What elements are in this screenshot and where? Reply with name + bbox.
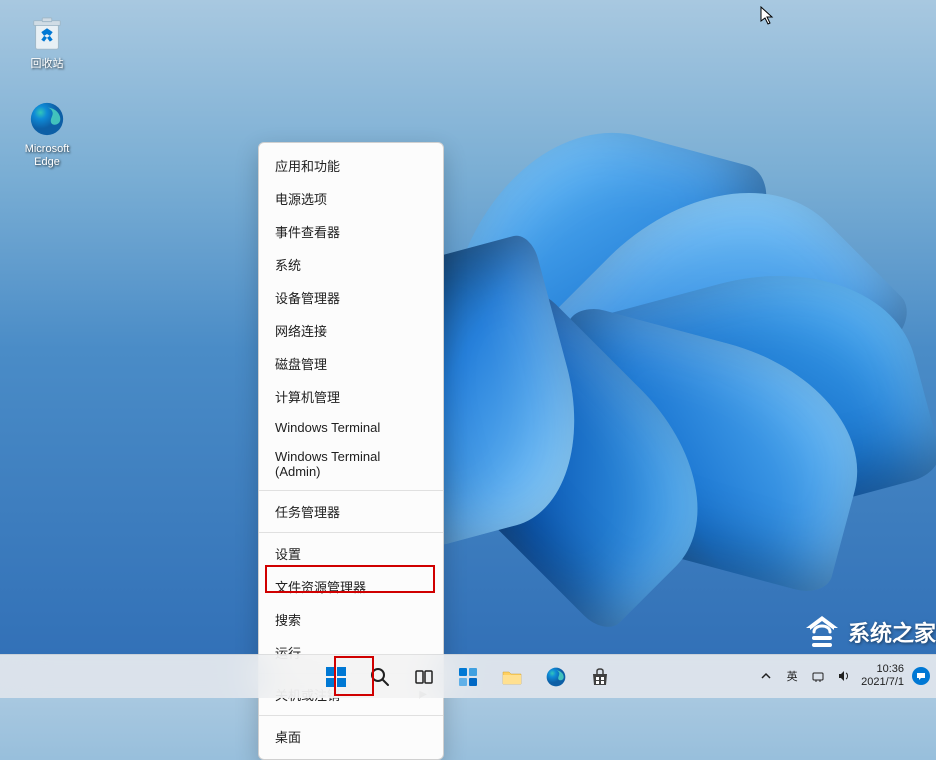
menu-system[interactable]: 系统 <box>259 248 443 281</box>
folder-icon <box>501 666 523 688</box>
tray-chevron-up[interactable] <box>757 667 775 685</box>
menu-search[interactable]: 搜索 <box>259 603 443 636</box>
recycle-bin-icon[interactable]: 回收站 <box>12 10 82 75</box>
search-icon <box>369 666 391 688</box>
system-tray: 英 10:36 2021/7/1 <box>757 654 930 698</box>
menu-desktop[interactable]: 桌面 <box>259 720 443 753</box>
menu-windows-terminal[interactable]: Windows Terminal <box>259 413 443 442</box>
tray-datetime[interactable]: 10:36 2021/7/1 <box>861 663 904 689</box>
menu-device-manager[interactable]: 设备管理器 <box>259 281 443 314</box>
menu-divider <box>259 532 443 533</box>
menu-apps-features[interactable]: 应用和功能 <box>259 149 443 182</box>
file-explorer-button[interactable] <box>492 658 532 696</box>
menu-computer-management[interactable]: 计算机管理 <box>259 380 443 413</box>
recycle-bin-label: 回收站 <box>31 58 64 71</box>
menu-windows-terminal-admin[interactable]: Windows Terminal (Admin) <box>259 442 443 486</box>
menu-file-explorer[interactable]: 文件资源管理器 <box>259 570 443 603</box>
network-icon <box>811 669 825 683</box>
windows-logo-icon <box>325 666 347 688</box>
edge-taskbar-button[interactable] <box>536 658 576 696</box>
menu-power-options[interactable]: 电源选项 <box>259 182 443 215</box>
widgets-icon <box>457 666 479 688</box>
edge-icon <box>545 666 567 688</box>
task-view-icon <box>413 666 435 688</box>
recycle-bin-glyph <box>28 15 66 53</box>
edge-glyph <box>28 100 66 138</box>
watermark-house-icon <box>802 614 842 650</box>
volume-icon <box>837 669 851 683</box>
chevron-up-icon <box>760 670 772 682</box>
tray-date: 2021/7/1 <box>861 676 904 689</box>
store-button[interactable] <box>580 658 620 696</box>
start-button[interactable] <box>316 658 356 696</box>
edge-icon[interactable]: Microsoft Edge <box>12 95 82 173</box>
menu-divider <box>259 490 443 491</box>
search-button[interactable] <box>360 658 400 696</box>
menu-divider <box>259 715 443 716</box>
menu-settings[interactable]: 设置 <box>259 537 443 570</box>
tray-ime[interactable]: 英 <box>783 667 801 685</box>
taskbar-center <box>316 658 620 696</box>
menu-network-connections[interactable]: 网络连接 <box>259 314 443 347</box>
chat-icon <box>916 671 926 681</box>
edge-label: Microsoft Edge <box>25 143 70 169</box>
menu-task-manager[interactable]: 任务管理器 <box>259 495 443 528</box>
watermark-text: 系统之家 <box>848 616 936 648</box>
desktop-icons-area: 回收站 Microsoft Edge <box>12 10 82 174</box>
menu-event-viewer[interactable]: 事件查看器 <box>259 215 443 248</box>
taskbar: 英 10:36 2021/7/1 <box>0 654 936 698</box>
tray-volume[interactable] <box>835 667 853 685</box>
tray-notification-badge[interactable] <box>912 667 930 685</box>
mouse-cursor <box>760 6 776 31</box>
widgets-button[interactable] <box>448 658 488 696</box>
tray-network[interactable] <box>809 667 827 685</box>
task-view-button[interactable] <box>404 658 444 696</box>
menu-disk-management[interactable]: 磁盘管理 <box>259 347 443 380</box>
tray-time: 10:36 <box>861 663 904 676</box>
store-icon <box>589 666 611 688</box>
watermark: 系统之家 <box>792 610 936 654</box>
